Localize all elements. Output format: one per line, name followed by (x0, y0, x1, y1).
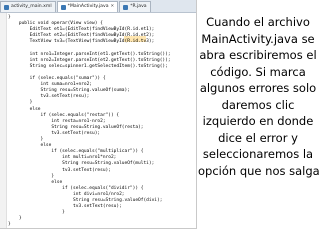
caption-line: dice el error y (218, 130, 298, 145)
code-editor: activity_main.xml *MainActivity.java ✕ *… (0, 0, 197, 229)
close-icon[interactable]: ✕ (111, 2, 115, 12)
xml-file-icon (4, 4, 9, 10)
code-line: TextView tv3=(TextView)findViewById(R.id… (8, 39, 155, 45)
slide-caption: Cuando el archivo MainActivity.java se a… (198, 14, 320, 179)
caption-line: opción que nos salga. (198, 163, 320, 178)
caption-line: código. Si marca (210, 64, 306, 79)
editor-gutter (0, 13, 7, 228)
editor-tab-bar: activity_main.xml *MainActivity.java ✕ *… (0, 0, 196, 13)
tab-label: activity_main.xml (11, 4, 52, 9)
code-line: else (8, 179, 63, 185)
java-file-icon (60, 4, 66, 10)
code-line: tv3.setText(resu); (8, 130, 101, 136)
caption-line: MainActivity.java se (201, 31, 315, 46)
tab-main-activity-java[interactable]: *MainActivity.java ✕ (56, 1, 119, 12)
code-line: } (8, 173, 55, 179)
caption-line: algunos errores solo (199, 81, 317, 95)
tab-label: *MainActivity.java (67, 4, 109, 9)
code-line: String resu=String.valueOf(resta); (8, 124, 144, 130)
tab-r-java[interactable]: *R.java (119, 1, 151, 12)
code-line: int nro1=Integer.parseInt(et1.getText().… (8, 51, 171, 57)
java-file-icon (123, 4, 129, 10)
code-line: String selec=spinner1.getSelectedItem().… (8, 63, 168, 69)
slide: activity_main.xml *MainActivity.java ✕ *… (0, 0, 320, 240)
code-area[interactable]: } public void operar(View view) { EditTe… (8, 15, 194, 228)
caption-line: Cuando el archivo (206, 15, 310, 29)
code-line: int resta=nro1-nro2; (8, 118, 106, 124)
tab-label: *R.java (130, 4, 147, 9)
caption-line: seleccionaremos la (202, 147, 314, 161)
code-line: tv3.setText(resu); (8, 167, 111, 173)
code-line: String resu=String.valueOf(multi); (8, 161, 155, 167)
caption-line: abra escribiremos el (199, 48, 317, 62)
code-line: int nro2=Integer.parseInt(et2.getText().… (8, 57, 171, 63)
code-line: else (8, 106, 41, 112)
code-line: if (selec.equals("restar")) { (8, 112, 120, 118)
code-line: } (8, 222, 11, 228)
caption-line: daremos clic (221, 97, 295, 112)
caption-line: izquierdo en donde (202, 114, 314, 128)
code-line: } (8, 100, 33, 106)
code-line: int divi=nro1/nro2; (8, 191, 125, 197)
tab-activity-main-xml[interactable]: activity_main.xml (0, 1, 56, 12)
code-line: if (selec.equals("dividir")) { (8, 185, 144, 191)
